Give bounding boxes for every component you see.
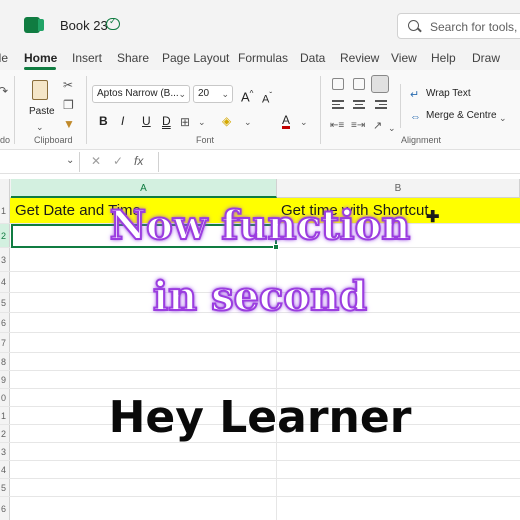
column-header-b[interactable]: B [277,179,520,198]
name-box[interactable]: ⌄ [0,152,80,172]
chevron-down-icon: ⌄ [66,155,75,166]
group-label-alignment: Alignment [401,135,442,145]
bold-button[interactable]: B [99,114,108,128]
group-separator [320,76,321,144]
align-left-icon[interactable] [332,100,344,110]
cancel-icon[interactable]: ✕ [91,154,101,168]
redo-icon[interactable]: ↷ [0,84,8,98]
font-size-select[interactable]: 20 ⌄ [193,85,233,103]
cut-icon[interactable]: ✂ [63,78,73,92]
table-row: 8 [0,353,520,371]
enter-icon[interactable]: ✓ [113,154,123,168]
select-all-corner[interactable] [0,179,10,198]
insert-function-icon[interactable]: fx [134,154,143,168]
tab-insert[interactable]: Insert [72,51,102,65]
copy-icon[interactable]: ❐ [63,98,74,112]
formula-bar: ⌄ ✕ ✓ fx [0,150,520,174]
shrink-font-icon[interactable]: Aˇ [262,89,272,107]
tab-formulas[interactable]: Formulas [238,51,288,65]
align-center-icon[interactable] [353,100,365,110]
table-row: 4 [0,461,520,479]
row-header[interactable]: 5 [0,479,10,496]
merge-icon[interactable]: ⇔ [410,110,421,124]
chevron-down-icon: ⌄ [178,89,186,99]
ribbon-tabs: ile Home Insert Share Page Layout Formul… [0,46,520,70]
overlay-caption-line1: Now function [109,201,412,250]
tab-review[interactable]: Review [340,51,379,65]
bottom-align-icon[interactable] [371,75,389,93]
cloud-saved-icon[interactable] [106,16,120,30]
italic-button[interactable]: I [121,114,124,128]
title-bar: Book 23 Search for tools, he [0,0,520,46]
fill-color-icon[interactable]: ◈ [222,114,231,128]
chevron-down-icon: ⌄ [221,89,229,99]
row-header[interactable]: 3 [0,443,10,460]
tab-draw[interactable]: Draw [472,51,500,65]
increase-indent-icon[interactable]: ≡⇥ [351,119,365,133]
chevron-down-icon[interactable]: ⌄ [499,111,507,125]
merge-centre-button[interactable]: Merge & Centre [426,110,497,121]
table-row: 6 [0,497,520,520]
decrease-indent-icon[interactable]: ⇤≡ [330,119,344,133]
font-color-button[interactable]: A [282,114,291,129]
row-header[interactable]: 7 [0,333,10,352]
tab-home[interactable]: Home [24,51,57,65]
tab-file[interactable]: ile [0,51,8,65]
excel-logo-icon [24,17,44,33]
row-header[interactable]: 3 [0,248,10,271]
chevron-down-icon[interactable]: ⌄ [300,115,308,129]
format-painter-icon[interactable]: ▼ [63,117,75,131]
wrap-text-icon[interactable]: ↵ [410,88,419,102]
workbook-title[interactable]: Book 23 [60,18,108,33]
search-placeholder: Search for tools, he [430,20,520,34]
overlay-caption-line2: in second [152,272,368,321]
tab-help[interactable]: Help [431,51,456,65]
font-name-value: Aptos Narrow (B... [97,88,179,99]
middle-align-icon[interactable] [353,78,365,90]
tab-page-layout[interactable]: Page Layout [162,51,229,65]
paste-button[interactable]: Paste [29,106,55,117]
group-separator [86,76,87,144]
table-row: 9 [0,371,520,389]
column-header-a[interactable]: A [11,179,277,198]
paste-icon[interactable] [32,80,48,100]
table-row: 3 [0,443,520,461]
paste-chevron-down-icon[interactable]: ⌄ [36,120,44,134]
tab-share[interactable]: Share [117,51,149,65]
row-header[interactable]: 4 [0,461,10,478]
row-header[interactable]: 9 [0,371,10,388]
overlay-caption-line3: Hey Learner [108,392,412,443]
chevron-down-icon[interactable]: ⌄ [198,115,206,129]
grow-font-icon[interactable]: A^ [241,87,253,104]
font-name-select[interactable]: Aptos Narrow (B... ⌄ [92,85,190,103]
wrap-text-button[interactable]: Wrap Text [426,88,471,99]
search-icon [408,20,419,31]
tab-data[interactable]: Data [300,51,325,65]
group-label-undo: do [0,135,11,145]
group-separator [14,76,15,144]
table-row: 7 [0,333,520,353]
group-label-font: Font [196,135,215,145]
row-header[interactable]: 6 [0,497,10,520]
chevron-down-icon[interactable]: ⌄ [244,115,252,129]
table-row: 3 [0,248,520,272]
top-align-icon[interactable] [332,78,344,90]
borders-icon[interactable]: ⊞ [180,115,190,129]
search-input[interactable]: Search for tools, he [397,13,520,39]
tab-view[interactable]: View [391,51,417,65]
ribbon: ↷ do Paste ⌄ ✂ ❐ ▼ Clipboard Aptos Narro… [0,70,520,150]
table-row: 5 [0,479,520,497]
row-header[interactable]: 8 [0,353,10,370]
group-label-clipboard: Clipboard [34,135,73,145]
double-underline-button[interactable]: D [162,114,171,128]
font-size-value: 20 [198,88,210,99]
group-separator [400,84,401,128]
align-right-icon[interactable] [375,100,387,110]
chevron-down-icon[interactable]: ⌄ [388,121,396,135]
underline-button[interactable]: U [142,114,151,128]
formula-input[interactable] [158,152,520,172]
column-headers: A B [0,179,520,198]
orientation-icon[interactable]: ↗ [373,119,382,133]
